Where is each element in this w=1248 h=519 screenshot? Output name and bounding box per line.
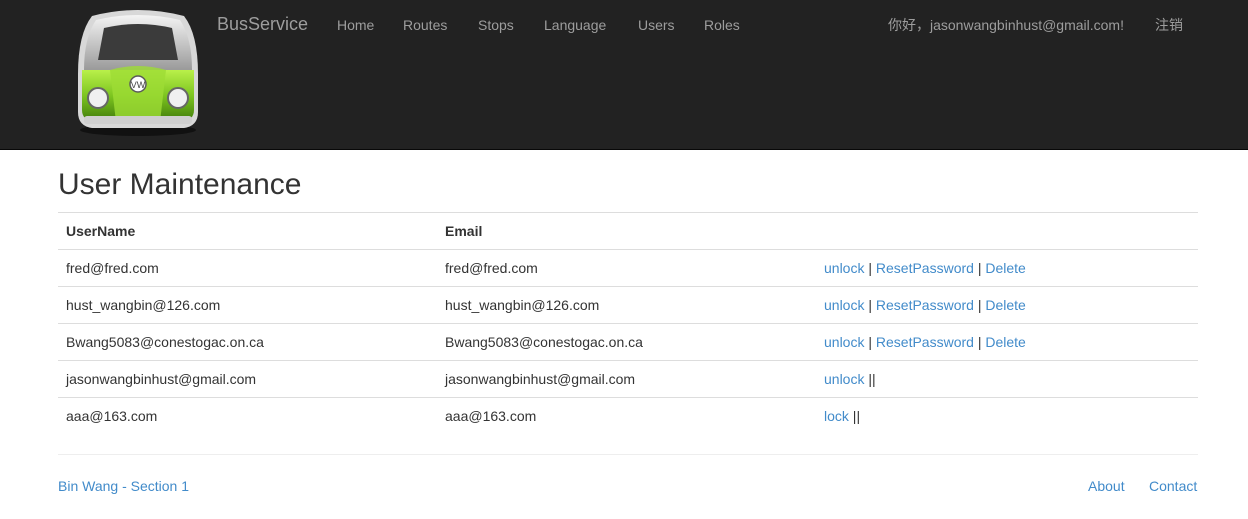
header-email: Email [437,212,816,250]
unlock-link[interactable]: unlock [824,260,864,276]
actions-cell: unlock | ResetPassword | Delete [816,249,1198,287]
bus-logo-icon[interactable]: VW [70,4,206,138]
email-cell: jasonwangbinhust@gmail.com [437,360,816,398]
reset-password-link[interactable]: ResetPassword [876,297,974,313]
page-title: User Maintenance [58,168,302,201]
unlock-link[interactable]: unlock [824,334,864,350]
brand-link[interactable]: BusService [217,14,308,34]
table-row: jasonwangbinhust@gmail.com jasonwangbinh… [58,360,1198,398]
footer-divider [58,454,1198,455]
separator: | [977,260,982,276]
reset-password-link[interactable]: ResetPassword [876,260,974,276]
separator: | [856,408,861,424]
separator: | [868,297,872,313]
username-cell: aaa@163.com [58,397,437,434]
footer-about-link[interactable]: About [1088,478,1125,494]
username-cell: jasonwangbinhust@gmail.com [58,360,437,398]
separator: | [868,260,872,276]
logout-link[interactable]: 注销 [1155,16,1183,34]
reset-password-link[interactable]: ResetPassword [876,334,974,350]
table-header-row: UserName Email [58,212,1198,250]
header-actions [816,212,1198,250]
table-row: hust_wangbin@126.com hust_wangbin@126.co… [58,286,1198,324]
username-cell: hust_wangbin@126.com [58,286,437,324]
table-row: fred@fred.com fred@fred.com unlock | Res… [58,249,1198,287]
separator: | [977,334,982,350]
delete-link[interactable]: Delete [985,297,1025,313]
delete-link[interactable]: Delete [985,260,1025,276]
table-row: aaa@163.com aaa@163.com lock || [58,397,1198,434]
email-cell: hust_wangbin@126.com [437,286,816,324]
users-table: UserName Email fred@fred.com fred@fred.c… [58,212,1198,434]
table-row: Bwang5083@conestogac.on.ca Bwang5083@con… [58,323,1198,361]
nav-roles[interactable]: Roles [704,16,740,34]
delete-link[interactable]: Delete [985,334,1025,350]
email-cell: Bwang5083@conestogac.on.ca [437,323,816,361]
navbar: VW BusService Home Routes Stops Language… [0,0,1248,150]
username-cell: Bwang5083@conestogac.on.ca [58,323,437,361]
nav-language[interactable]: Language [544,16,606,34]
nav-home[interactable]: Home [337,16,374,34]
lock-link[interactable]: lock [824,408,849,424]
actions-cell: unlock | ResetPassword | Delete [816,323,1198,361]
user-greeting-link[interactable]: 你好，jasonwangbinhust@gmail.com! [888,16,1124,34]
unlock-link[interactable]: unlock [824,297,864,313]
username-cell: fred@fred.com [58,249,437,287]
separator: | [977,297,982,313]
actions-cell: unlock || [816,360,1198,398]
separator: | [868,334,872,350]
email-cell: aaa@163.com [437,397,816,434]
footer-author-link[interactable]: Bin Wang - Section 1 [58,478,189,494]
unlock-link[interactable]: unlock [824,371,864,387]
actions-cell: lock || [816,397,1198,434]
nav-stops[interactable]: Stops [478,16,514,34]
actions-cell: unlock | ResetPassword | Delete [816,286,1198,324]
svg-text:VW: VW [131,80,146,90]
footer-contact-link[interactable]: Contact [1149,478,1197,494]
header-username: UserName [58,212,437,250]
email-cell: fred@fred.com [437,249,816,287]
separator: | [872,371,876,387]
nav-users[interactable]: Users [638,16,675,34]
nav-routes[interactable]: Routes [403,16,447,34]
